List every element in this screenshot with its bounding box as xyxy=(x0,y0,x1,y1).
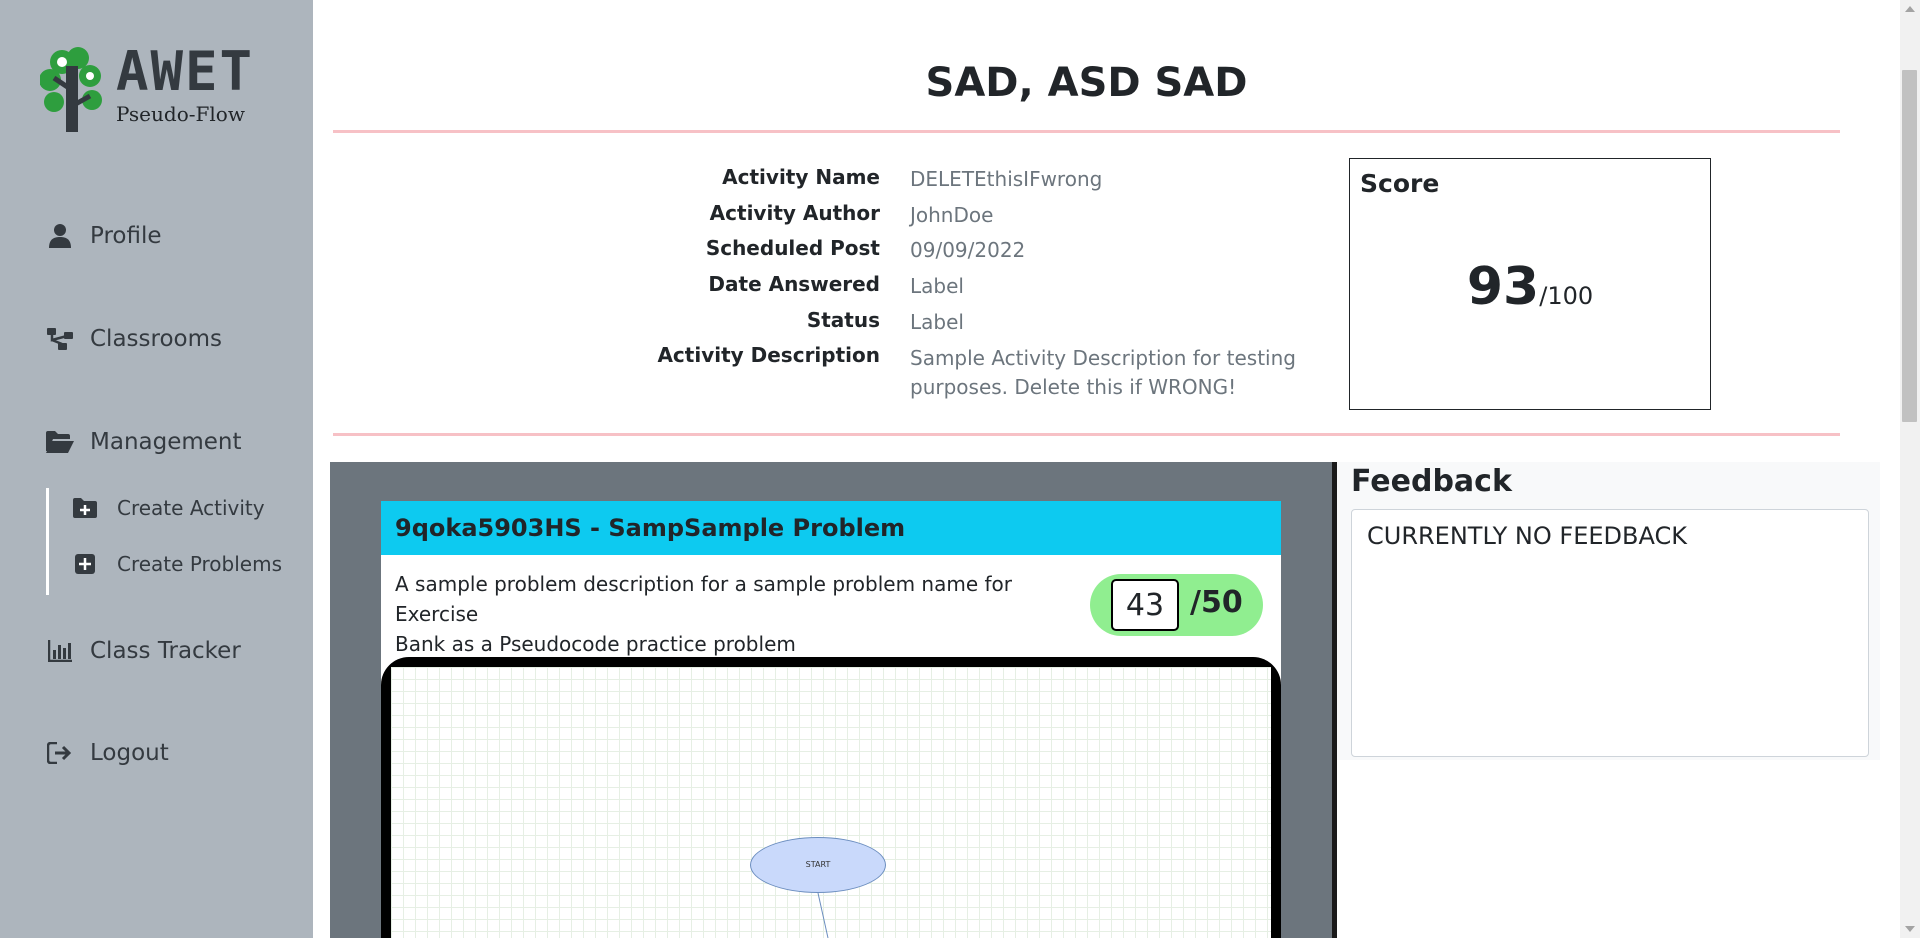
flowchart-connector xyxy=(817,892,829,938)
feedback-textbox[interactable]: CURRENTLY NO FEEDBACK xyxy=(1351,509,1869,757)
problem-description: A sample problem description for a sampl… xyxy=(395,569,1095,659)
problem-description-line2: Bank as a Pseudocode practice problem xyxy=(395,632,796,656)
nav-label-profile: Profile xyxy=(90,223,162,249)
activity-author-value: JohnDoe xyxy=(910,203,994,227)
sitemap-icon xyxy=(46,325,74,353)
scroll-up-icon[interactable] xyxy=(1905,6,1915,12)
nav-item-classrooms[interactable]: Classrooms xyxy=(46,325,222,353)
scrollbar-thumb[interactable] xyxy=(1902,70,1917,422)
scheduled-post-label: Scheduled Post xyxy=(705,236,880,260)
feedback-title: Feedback xyxy=(1351,464,1512,499)
info-divider xyxy=(333,433,1840,436)
score-display: 93/100 xyxy=(1350,257,1710,317)
activity-description-line1: Sample Activity Description for testing xyxy=(910,346,1296,370)
score-max: /100 xyxy=(1539,282,1594,310)
score-value: 93 xyxy=(1466,257,1540,317)
nav-item-class-tracker[interactable]: Class Tracker xyxy=(46,637,241,665)
date-answered-label: Date Answered xyxy=(708,272,880,296)
management-submenu: Create Activity Create Problems xyxy=(46,488,306,595)
flowchart-start-node[interactable]: START xyxy=(750,837,886,893)
sign-out-icon xyxy=(46,739,74,767)
activity-description-label: Activity Description xyxy=(657,343,880,367)
page-title: SAD, ASD SAD xyxy=(925,60,1248,106)
scheduled-post-value: 09/09/2022 xyxy=(910,238,1026,262)
user-icon xyxy=(46,222,74,250)
nav-label-class-tracker: Class Tracker xyxy=(90,638,241,664)
nav-item-create-problems[interactable]: Create Problems xyxy=(73,552,282,576)
header-divider xyxy=(333,130,1840,133)
nav-item-logout[interactable]: Logout xyxy=(46,739,169,767)
flowchart-canvas[interactable]: START xyxy=(391,667,1271,938)
problem-title: 9qoka5903HS - SampSample Problem xyxy=(381,501,1281,555)
activity-description-line2: purposes. Delete this if WRONG! xyxy=(910,375,1237,399)
app-logo[interactable]: AWET Pseudo-Flow xyxy=(40,40,280,136)
nav-label-create-problems: Create Problems xyxy=(117,552,282,576)
date-answered-value: Label xyxy=(910,274,964,298)
problem-card: 9qoka5903HS - SampSample Problem A sampl… xyxy=(381,501,1281,938)
tree-logo-icon xyxy=(40,47,102,132)
scroll-down-icon[interactable] xyxy=(1905,926,1915,932)
score-box: Score 93/100 xyxy=(1349,158,1711,410)
nav-label-create-activity: Create Activity xyxy=(117,496,265,520)
activity-name-label: Activity Name xyxy=(722,165,880,189)
points-input[interactable] xyxy=(1111,579,1179,631)
activity-author-label: Activity Author xyxy=(709,201,880,225)
status-value: Label xyxy=(910,310,964,334)
nav-item-management[interactable]: Management xyxy=(46,428,242,456)
feedback-panel: Feedback CURRENTLY NO FEEDBACK xyxy=(1337,462,1880,760)
logo-subtitle: Pseudo-Flow xyxy=(116,102,245,126)
folder-plus-icon xyxy=(73,496,97,520)
flowchart-frame: START xyxy=(381,657,1281,938)
folder-open-icon xyxy=(46,428,74,456)
nav-item-profile[interactable]: Profile xyxy=(46,222,162,250)
nav-item-create-activity[interactable]: Create Activity xyxy=(73,496,265,520)
activity-name-value: DELETEthisIFwrong xyxy=(910,167,1103,191)
chart-bar-icon xyxy=(46,637,74,665)
nav-label-logout: Logout xyxy=(90,740,169,766)
sidebar: AWET Pseudo-Flow Profile Classrooms Mana… xyxy=(0,0,313,938)
nav-label-management: Management xyxy=(90,429,242,455)
logo-title: AWET xyxy=(116,40,255,103)
nav-label-classrooms: Classrooms xyxy=(90,326,222,352)
score-title: Score xyxy=(1360,169,1440,198)
points-pill: /50 xyxy=(1090,574,1263,636)
plus-square-icon xyxy=(73,552,97,576)
problem-description-line1: A sample problem description for a sampl… xyxy=(395,572,1013,626)
points-max: /50 xyxy=(1190,585,1243,620)
page-scrollbar[interactable] xyxy=(1900,0,1920,938)
status-label: Status xyxy=(806,308,880,332)
